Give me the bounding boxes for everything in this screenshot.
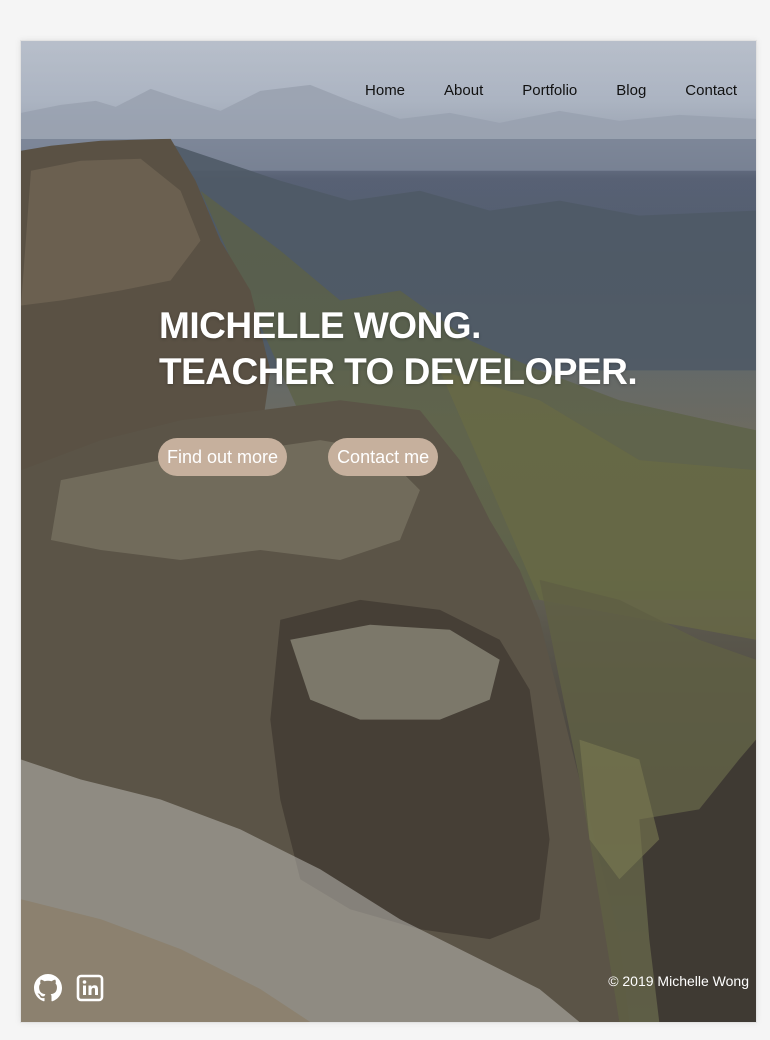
contact-me-button[interactable]: Contact me xyxy=(328,438,439,476)
find-out-more-button[interactable]: Find out more xyxy=(158,438,288,476)
nav-link-portfolio[interactable]: Portfolio xyxy=(522,82,577,99)
hero-title-line-2: TEACHER TO DEVELOPER. xyxy=(159,351,638,392)
nav-link-blog[interactable]: Blog xyxy=(616,82,646,99)
nav-link-contact[interactable]: Contact xyxy=(685,82,737,99)
hero-title-line-1: MICHELLE WONG. xyxy=(159,305,481,346)
social-links xyxy=(34,974,118,1002)
nav-link-home[interactable]: Home xyxy=(365,82,405,99)
page-frame: Home About Portfolio Blog Contact MICHEL… xyxy=(20,40,757,1023)
github-icon[interactable] xyxy=(34,974,62,1002)
mountain-background-image xyxy=(21,84,756,1022)
page-footer: © 2019 Michelle Wong xyxy=(21,962,756,1022)
top-navbar: Home About Portfolio Blog Contact xyxy=(21,41,756,139)
hero-headline: MICHELLE WONG. TEACHER TO DEVELOPER. xyxy=(159,303,638,395)
nav-menu: Home About Portfolio Blog Contact xyxy=(365,82,737,99)
copyright-text: © 2019 Michelle Wong xyxy=(608,973,749,989)
linkedin-icon[interactable] xyxy=(76,974,104,1002)
hero-buttons: Find out more Contact me xyxy=(158,438,439,476)
nav-link-about[interactable]: About xyxy=(444,82,483,99)
